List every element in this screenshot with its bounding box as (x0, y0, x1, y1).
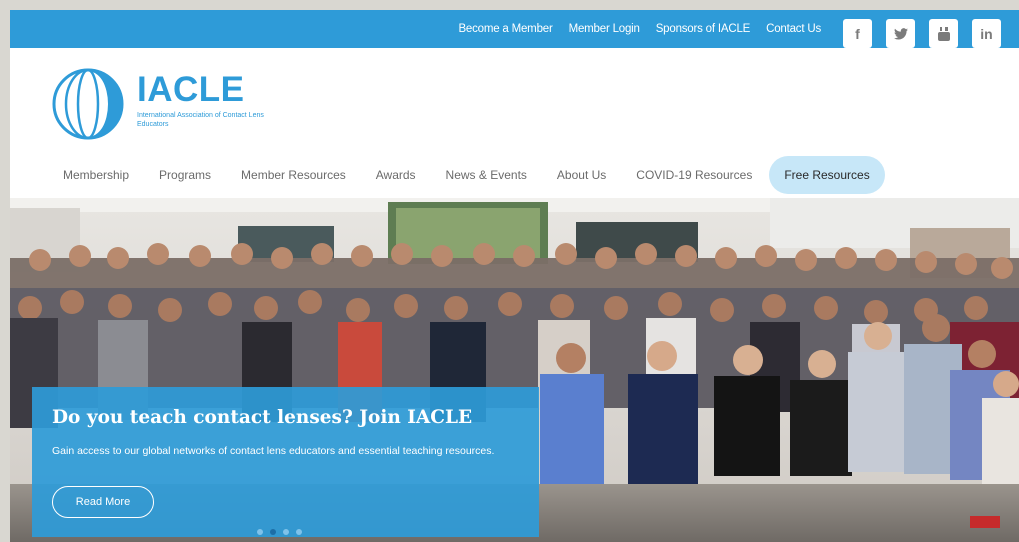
youtube-icon[interactable] (929, 19, 958, 48)
slider-dot-1[interactable] (257, 529, 263, 535)
iacle-logo[interactable]: IACLE International Association of Conta… (52, 68, 292, 140)
contact-us-link[interactable]: Contact Us (766, 23, 821, 35)
hero-caption: Do you teach contact lenses? Join IACLE … (32, 387, 539, 537)
nav-programs[interactable]: Programs (144, 156, 226, 194)
top-links: Become a Member Member Login Sponsors of… (458, 10, 821, 48)
sponsors-link[interactable]: Sponsors of IACLE (656, 23, 751, 35)
twitter-icon[interactable] (886, 19, 915, 48)
globe-icon (52, 68, 124, 140)
main-nav: Membership Programs Member Resources Awa… (48, 156, 885, 194)
hero-text: Gain access to our global networks of co… (52, 445, 495, 457)
linkedin-icon[interactable]: in (972, 19, 1001, 48)
slider-dot-3[interactable] (283, 529, 289, 535)
member-login-link[interactable]: Member Login (569, 23, 640, 35)
hero-title: Do you teach contact lenses? Join IACLE (52, 407, 473, 428)
become-member-link[interactable]: Become a Member (458, 23, 552, 35)
nav-news-events[interactable]: News & Events (431, 156, 542, 194)
nav-covid-resources[interactable]: COVID-19 Resources (621, 156, 767, 194)
slider-dot-2[interactable] (270, 529, 276, 535)
page: Become a Member Member Login Sponsors of… (10, 10, 1019, 542)
social-links: f in (843, 19, 1001, 48)
nav-member-resources[interactable]: Member Resources (226, 156, 361, 194)
logo-subtitle: International Association of Contact Len… (137, 112, 264, 128)
nav-about-us[interactable]: About Us (542, 156, 621, 194)
facebook-icon[interactable]: f (843, 19, 872, 48)
slider-dots (257, 529, 302, 535)
nav-awards[interactable]: Awards (361, 156, 431, 194)
nav-free-resources[interactable]: Free Resources (769, 156, 885, 194)
nav-membership[interactable]: Membership (48, 156, 144, 194)
top-bar: Become a Member Member Login Sponsors of… (10, 10, 1019, 48)
read-more-button[interactable]: Read More (52, 486, 154, 518)
slider-dot-4[interactable] (296, 529, 302, 535)
logo-title: IACLE (137, 70, 245, 109)
